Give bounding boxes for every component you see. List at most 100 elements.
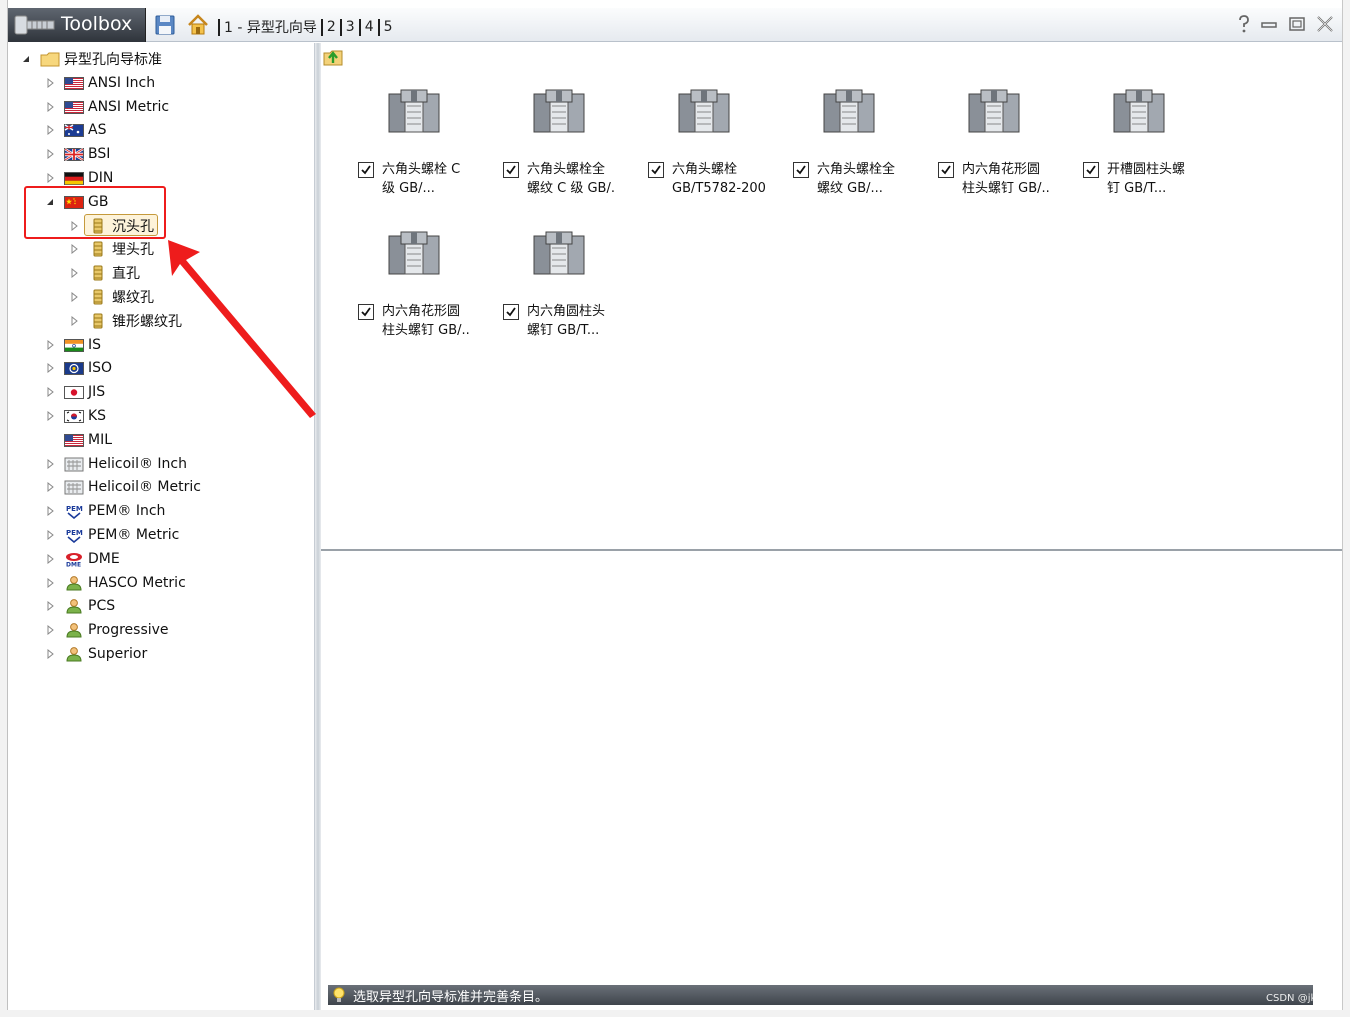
collapsed-arrow-icon[interactable] — [45, 649, 55, 659]
collapsed-arrow-icon[interactable] — [69, 292, 79, 302]
collapsed-arrow-icon[interactable] — [69, 268, 79, 279]
breadcrumb-step-1[interactable]: 1 - 异型孔向导 — [224, 17, 317, 37]
checkmark-icon — [506, 307, 516, 317]
tree-item[interactable]: HASCO Metric — [64, 572, 186, 594]
close-icon[interactable] — [1315, 14, 1335, 34]
collapsed-arrow-icon[interactable] — [45, 530, 55, 540]
item-label-line: 六角头螺栓全 — [527, 162, 606, 177]
tree-item[interactable]: Progressive — [64, 619, 169, 641]
tree-item-label: PEM® Inch — [88, 503, 166, 520]
tree-item[interactable]: 埋头孔 — [88, 238, 154, 260]
help-icon[interactable] — [1234, 14, 1254, 34]
breadcrumb-step-2[interactable]: 2 — [327, 19, 336, 35]
annotation-highlight-box — [24, 186, 166, 239]
expanded-arrow-icon[interactable] — [21, 54, 31, 64]
person-icon — [66, 623, 82, 638]
tree-item-label: ANSI Inch — [88, 74, 156, 91]
collapsed-arrow-icon[interactable] — [45, 411, 55, 421]
item-label-line: 螺纹 GB/... — [817, 181, 883, 196]
include-checkbox[interactable] — [648, 162, 664, 178]
tree-item[interactable]: AS — [64, 119, 106, 141]
tree-item[interactable]: Helicoil® Metric — [64, 476, 201, 498]
collapsed-arrow-icon[interactable] — [69, 244, 79, 255]
collapsed-arrow-icon[interactable] — [45, 387, 55, 398]
collapsed-arrow-icon[interactable] — [45, 363, 55, 374]
tree-item[interactable]: KS — [64, 405, 106, 427]
tree-item[interactable]: DME DME — [64, 548, 120, 570]
collapsed-arrow-icon[interactable] — [45, 173, 55, 183]
tree-item[interactable]: IS — [64, 334, 101, 356]
include-checkbox[interactable] — [503, 162, 519, 178]
item-label: 内六角花形圆 柱头螺钉 GB/.. — [382, 302, 488, 340]
collapsed-arrow-icon[interactable] — [45, 506, 55, 517]
breadcrumb-step-4[interactable]: 4 — [365, 19, 374, 35]
breadcrumb-separator — [358, 18, 361, 36]
tree-item[interactable]: ANSI Inch — [64, 72, 155, 94]
outer-right-edge — [1342, 0, 1350, 1017]
collapsed-arrow-icon[interactable] — [45, 125, 55, 136]
breadcrumb-step-5[interactable]: 5 — [384, 19, 393, 35]
restore-icon[interactable] — [1287, 14, 1307, 34]
bolt-logo-icon — [14, 15, 55, 35]
item-label-line: GB/T5782-200 — [672, 181, 766, 196]
tree-item[interactable]: ANSI Metric — [64, 96, 169, 118]
collapsed-arrow-icon[interactable] — [69, 315, 79, 326]
hole-preview-icon — [678, 89, 730, 133]
save-icon[interactable] — [154, 13, 176, 37]
breadcrumb-step-3[interactable]: 3 — [346, 19, 355, 35]
include-checkbox[interactable] — [503, 304, 519, 320]
collapsed-arrow-icon[interactable] — [45, 149, 55, 160]
breadcrumb-separator — [218, 18, 220, 36]
hole-preview-icon — [533, 89, 585, 133]
home-icon[interactable] — [186, 13, 210, 37]
us-flag-icon — [64, 433, 84, 447]
tree-item[interactable]: 螺纹孔 — [88, 286, 154, 308]
collapsed-arrow-icon[interactable] — [45, 601, 55, 612]
jp-flag-icon — [64, 386, 84, 400]
tree-item[interactable]: MIL — [64, 429, 112, 451]
tree-item[interactable]: Superior — [64, 643, 147, 665]
up-folder-icon[interactable] — [322, 45, 344, 67]
checkmark-icon — [941, 165, 951, 175]
tree-item-label: 埋头孔 — [112, 242, 154, 259]
tree-item[interactable]: 直孔 — [88, 262, 140, 284]
checkmark-icon — [361, 307, 371, 317]
collapsed-arrow-icon[interactable] — [45, 339, 55, 350]
uk-flag-icon — [64, 148, 84, 162]
tree-item-label: 螺纹孔 — [112, 290, 154, 306]
tree-item[interactable]: Helicoil® Inch — [64, 453, 187, 475]
us-flag-icon — [64, 100, 84, 114]
collapsed-arrow-icon[interactable] — [45, 577, 55, 588]
app-title: Toolbox — [61, 13, 133, 35]
collapsed-arrow-icon[interactable] — [45, 553, 55, 564]
item-label-line: 内六角花形圆 — [382, 304, 461, 319]
person-icon — [66, 599, 82, 614]
minimize-icon[interactable] — [1259, 14, 1279, 34]
collapsed-arrow-icon[interactable] — [45, 482, 55, 493]
collapsed-arrow-icon[interactable] — [45, 77, 55, 88]
tree-item-label: DME — [88, 550, 120, 567]
item-label: 六角头螺栓全 螺纹 GB/... — [817, 160, 923, 198]
include-checkbox[interactable] — [358, 162, 374, 178]
straight-hole-icon — [93, 265, 103, 281]
tree-item[interactable]: PEM PEM® Inch — [64, 500, 165, 522]
tree-item-label: Helicoil® Inch — [88, 455, 187, 472]
item-label-line: 六角头螺栓 — [672, 162, 738, 177]
tree-item-label: ANSI Metric — [88, 98, 170, 115]
properties-panel — [321, 551, 1342, 1010]
tree-item[interactable]: JIS — [64, 381, 105, 403]
tree-item[interactable]: BSI — [64, 143, 110, 165]
tree-item[interactable]: PEM PEM® Metric — [64, 524, 179, 546]
item-label-line: 螺纹 C 级 GB/. — [527, 181, 615, 196]
tree-item[interactable]: ISO — [64, 357, 112, 379]
include-checkbox[interactable] — [1083, 162, 1099, 178]
include-checkbox[interactable] — [938, 162, 954, 178]
collapsed-arrow-icon[interactable] — [45, 625, 55, 636]
include-checkbox[interactable] — [793, 162, 809, 178]
collapsed-arrow-icon[interactable] — [45, 458, 55, 469]
us-flag-icon — [64, 76, 84, 90]
include-checkbox[interactable] — [358, 304, 374, 320]
tree-item[interactable]: 异型孔向导标准 — [40, 48, 162, 70]
collapsed-arrow-icon[interactable] — [45, 101, 55, 112]
tree-item[interactable]: PCS — [64, 595, 115, 617]
